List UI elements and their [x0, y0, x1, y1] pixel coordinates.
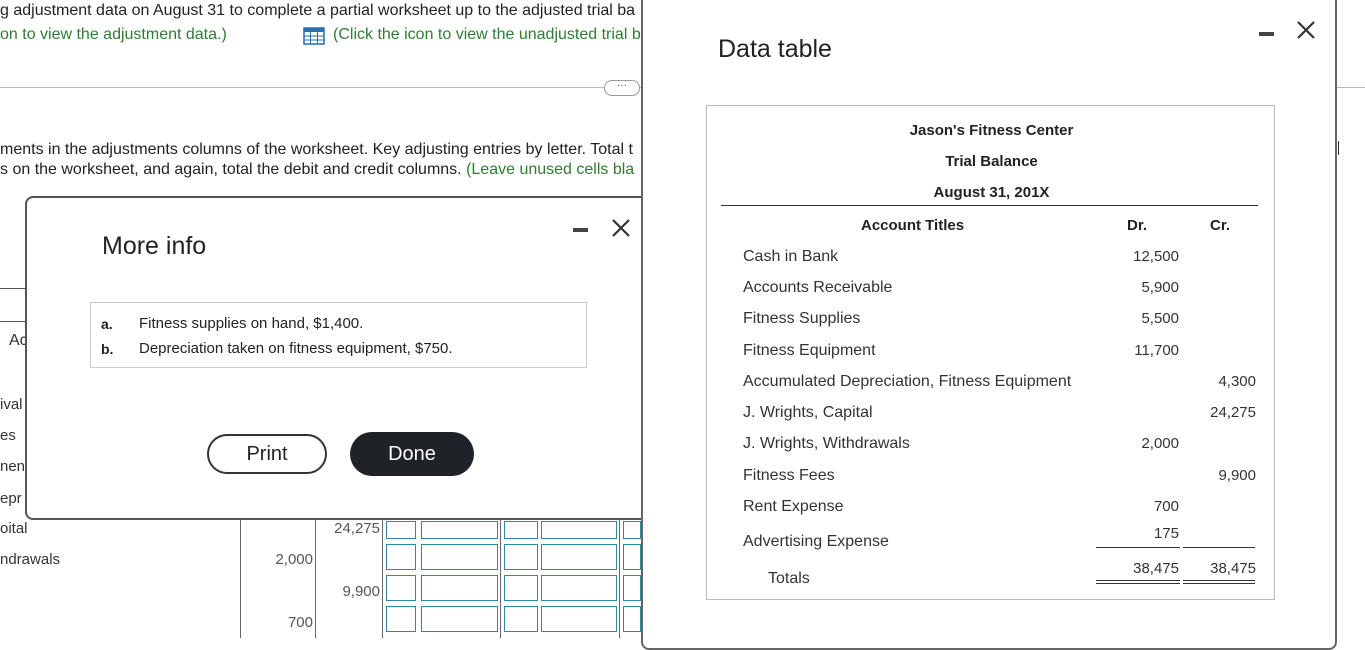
- account-title: Cash in Bank: [743, 248, 839, 265]
- more-info-dialog: More info a. Fitness supplies on hand, $…: [25, 196, 650, 520]
- debit-amount: 2,000: [1141, 435, 1179, 452]
- debit-amount: 5,900: [1141, 279, 1179, 296]
- worksheet-input-cell[interactable]: [504, 575, 538, 601]
- worksheet-row-label: ndrawals: [0, 551, 61, 568]
- cursor-mark: [1338, 141, 1339, 155]
- dialog-title: Data table: [718, 35, 832, 63]
- worksheet-header-line: [0, 321, 28, 322]
- worksheet-top-line: [0, 288, 28, 289]
- worksheet-value: 2,000: [275, 551, 313, 568]
- table-grid-icon[interactable]: [303, 27, 325, 45]
- account-title: J. Wrights, Withdrawals: [743, 435, 910, 452]
- credit-amount: 4,300: [1218, 373, 1256, 390]
- worksheet-input-cell[interactable]: [541, 544, 617, 570]
- info-list: a. Fitness supplies on hand, $1,400. b. …: [90, 302, 587, 368]
- dialog-title: More info: [102, 232, 207, 260]
- column-header-cr: Cr.: [1210, 217, 1231, 234]
- header-rule: [721, 205, 1258, 206]
- worksheet-value: 24,275: [334, 520, 380, 537]
- worksheet-value: 9,900: [342, 583, 380, 600]
- account-title: Accounts Receivable: [743, 279, 893, 296]
- column-header-dr: Dr.: [1127, 217, 1148, 234]
- worksheet-input-cell[interactable]: [421, 606, 498, 632]
- worksheet-input-cell[interactable]: [504, 606, 538, 632]
- worksheet-input-cell[interactable]: [623, 606, 641, 632]
- column-header-account: Account Titles: [861, 217, 965, 234]
- trial-balance-table: Jason's Fitness Center Trial Balance Aug…: [706, 105, 1275, 600]
- worksheet-input-cell[interactable]: [386, 521, 416, 539]
- divider-right: [1337, 87, 1365, 88]
- debit-amount: 12,500: [1133, 248, 1179, 265]
- double-rule-cr: [1183, 580, 1255, 584]
- account-title: Fitness Equipment: [743, 342, 876, 359]
- subtotal-rule-cr: [1183, 547, 1255, 548]
- item-text: Depreciation taken on fitness equipment,…: [139, 340, 453, 357]
- worksheet-input-cell[interactable]: [504, 521, 538, 539]
- worksheet-column-line: [240, 520, 241, 638]
- worksheet-input-cell[interactable]: [421, 521, 498, 539]
- company-name: Jason's Fitness Center: [909, 122, 1074, 139]
- credit-amount: 24,275: [1210, 404, 1256, 421]
- instructions-line-2: ments in the adjustments columns of the …: [0, 141, 633, 158]
- worksheet-input-cell[interactable]: [623, 544, 641, 570]
- more-options-button[interactable]: ···: [604, 80, 640, 96]
- adjustment-data-link-text[interactable]: on to view the adjustment data.): [0, 26, 227, 44]
- worksheet-row-label: ival: [0, 396, 23, 413]
- data-table-dialog: Data table Jason's Fitness Center Trial …: [641, 0, 1337, 650]
- worksheet-input-cell[interactable]: [386, 575, 416, 601]
- worksheet-input-cell[interactable]: [541, 606, 617, 632]
- worksheet-input-cell[interactable]: [541, 575, 617, 601]
- worksheet-input-cell[interactable]: [386, 606, 416, 632]
- debit-amount: 11,700: [1134, 342, 1179, 359]
- minimize-icon[interactable]: [1259, 32, 1274, 36]
- total-credit: 38,475: [1210, 560, 1256, 577]
- debit-amount: 700: [1153, 498, 1179, 515]
- worksheet-input-cell[interactable]: [623, 521, 641, 539]
- instructions-line-3: s on the worksheet, and again, total the…: [0, 161, 635, 178]
- divider: [0, 87, 641, 88]
- worksheet-input-cell[interactable]: [386, 544, 416, 570]
- account-title: Rent Expense: [743, 498, 844, 515]
- close-icon[interactable]: [609, 216, 633, 240]
- debit-amount: 5,500: [1141, 310, 1179, 327]
- worksheet-column-line: [500, 520, 501, 638]
- worksheet-value: 700: [287, 614, 313, 631]
- debit-amount: 175: [1153, 525, 1179, 542]
- account-title: Advertising Expense: [743, 533, 889, 550]
- worksheet-input-cell[interactable]: [421, 575, 498, 601]
- worksheet-input-cell[interactable]: [504, 544, 538, 570]
- done-button[interactable]: Done: [350, 432, 474, 476]
- report-date: August 31, 201X: [933, 184, 1050, 201]
- instructions-line-1: g adjustment data on August 31 to comple…: [0, 2, 636, 19]
- account-title: Accumulated Depreciation, Fitness Equipm…: [743, 373, 1072, 390]
- close-icon[interactable]: [1294, 18, 1318, 42]
- worksheet-row-label: es: [0, 427, 16, 444]
- worksheet-column-line: [382, 520, 383, 638]
- account-title: J. Wrights, Capital: [743, 404, 873, 421]
- account-title: Fitness Fees: [743, 467, 835, 484]
- print-button[interactable]: Print: [207, 434, 327, 474]
- minimize-icon[interactable]: [573, 228, 588, 232]
- worksheet-column-line: [315, 520, 316, 638]
- subtotal-rule-dr: [1096, 547, 1180, 548]
- item-letter: a.: [101, 316, 113, 332]
- report-name: Trial Balance: [945, 153, 1038, 170]
- worksheet-input-cell[interactable]: [623, 575, 641, 601]
- worksheet-input-cell[interactable]: [541, 521, 617, 539]
- item-letter: b.: [101, 341, 114, 357]
- unadjusted-trial-balance-link[interactable]: (Click the icon to view the unadjusted t…: [333, 26, 641, 44]
- credit-amount: 9,900: [1218, 467, 1256, 484]
- account-title: Fitness Supplies: [743, 310, 861, 327]
- worksheet-input-cell[interactable]: [421, 544, 498, 570]
- totals-label: Totals: [768, 570, 810, 587]
- worksheet-row-label: oital: [0, 520, 28, 537]
- worksheet-column-line: [619, 520, 620, 638]
- double-rule-dr: [1096, 580, 1180, 584]
- item-text: Fitness supplies on hand, $1,400.: [139, 315, 364, 332]
- worksheet-row-label: epr: [0, 490, 22, 507]
